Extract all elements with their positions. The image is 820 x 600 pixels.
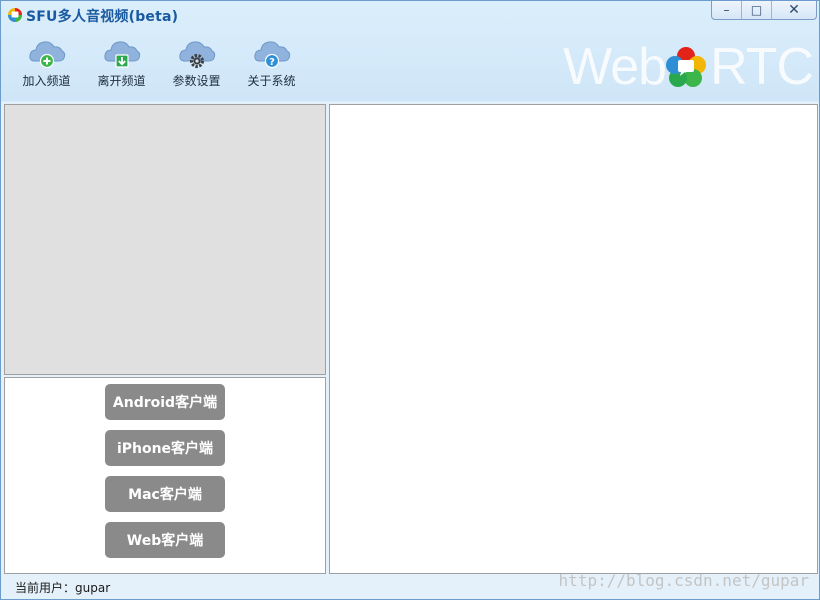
webrtc-flower-icon bbox=[666, 47, 707, 87]
webrtc-logo: Web RTC bbox=[563, 37, 814, 97]
about-button[interactable]: ? 关于系统 bbox=[234, 37, 309, 93]
minimize-button[interactable]: – bbox=[712, 1, 742, 19]
remote-video-area bbox=[329, 104, 818, 574]
window-title: SFU多人音视频(beta) bbox=[26, 9, 179, 25]
cloud-gear-icon bbox=[178, 41, 215, 68]
client-download-panel: Android客户端 iPhone客户端 Mac客户端 Web客户端 bbox=[4, 377, 326, 574]
logo-text-web: Web bbox=[563, 38, 667, 96]
logo-text-rtc: RTC bbox=[710, 38, 814, 96]
toolbar: 加入频道 离开频道 参数设置 ? 关于系统 bbox=[9, 37, 309, 93]
status-current-user: 当前用户：gupar bbox=[15, 581, 111, 595]
window-controls: – □ ✕ bbox=[711, 1, 817, 20]
about-label: 关于系统 bbox=[247, 74, 296, 88]
maximize-button[interactable]: □ bbox=[742, 1, 772, 19]
cloud-add-icon bbox=[28, 41, 65, 69]
title-bar[interactable]: SFU多人音视频(beta) – □ ✕ bbox=[1, 1, 819, 29]
iphone-client-button[interactable]: iPhone客户端 bbox=[105, 430, 225, 466]
leave-channel-button[interactable]: 离开频道 bbox=[84, 37, 159, 93]
join-channel-button[interactable]: 加入频道 bbox=[9, 37, 84, 93]
close-button[interactable]: ✕ bbox=[772, 1, 816, 19]
web-client-button[interactable]: Web客户端 bbox=[105, 522, 225, 558]
app-window: SFU多人音视频(beta) – □ ✕ 加入频道 离开频道 参数设置 ? 关于… bbox=[0, 0, 820, 600]
local-video-pane bbox=[4, 104, 326, 375]
cloud-help-icon: ? bbox=[253, 41, 290, 69]
join-channel-label: 加入频道 bbox=[22, 74, 71, 88]
watermark-url: http://blog.csdn.net/gupar bbox=[558, 571, 809, 590]
leave-channel-label: 离开频道 bbox=[97, 74, 146, 88]
cloud-download-icon bbox=[103, 41, 140, 68]
app-logo-icon bbox=[8, 8, 22, 22]
settings-label: 参数设置 bbox=[172, 74, 221, 88]
android-client-button[interactable]: Android客户端 bbox=[105, 384, 225, 420]
mac-client-button[interactable]: Mac客户端 bbox=[105, 476, 225, 512]
settings-button[interactable]: 参数设置 bbox=[159, 37, 234, 93]
svg-text:?: ? bbox=[269, 57, 275, 68]
